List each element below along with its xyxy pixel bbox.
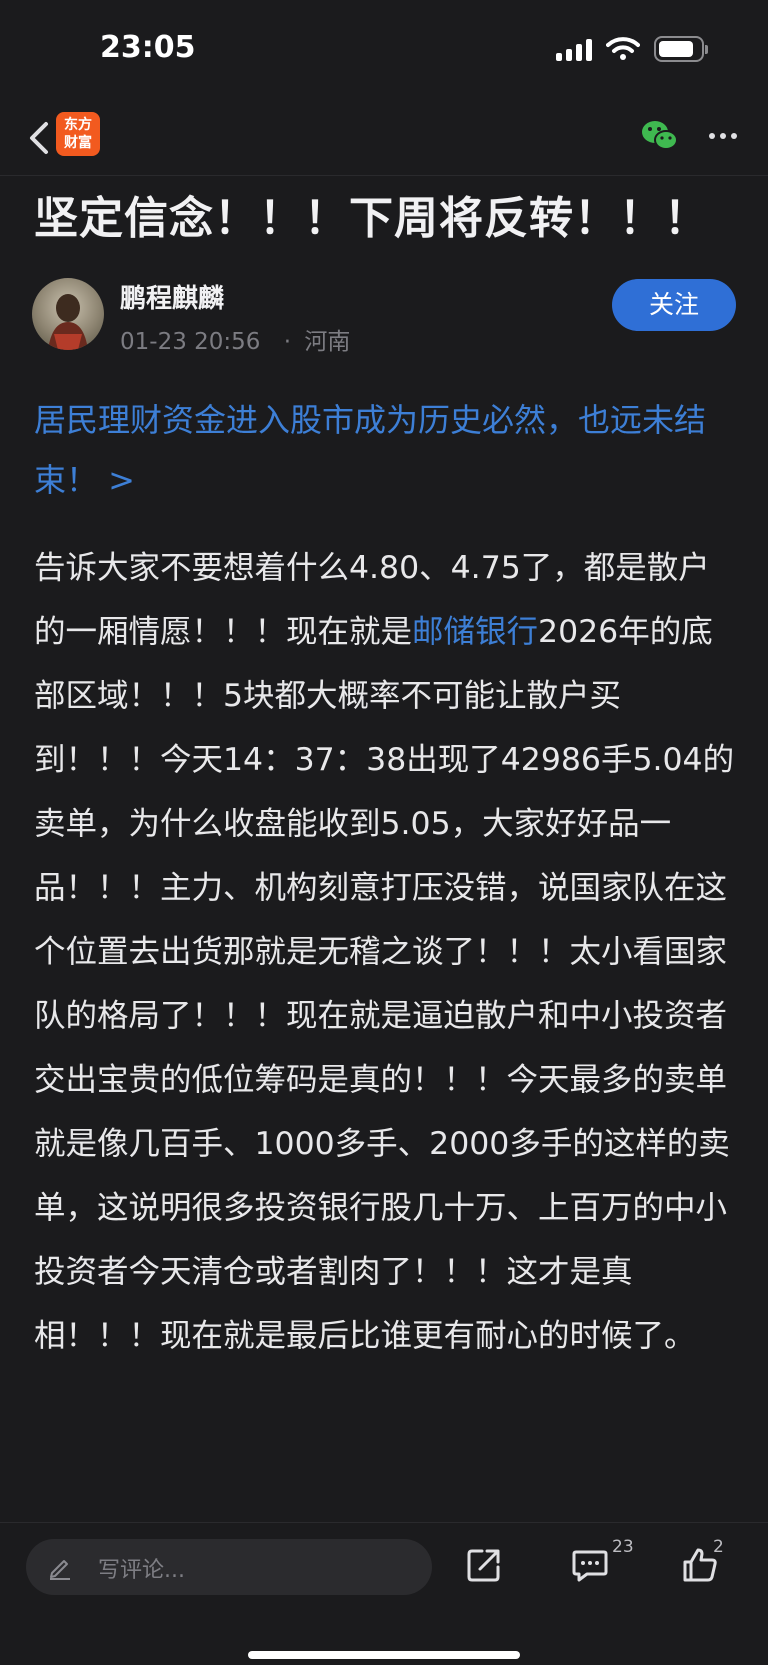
share-icon[interactable] bbox=[464, 1545, 504, 1585]
article-title: 坚定信念！！！下周将反转！！！ bbox=[34, 193, 709, 244]
cellular-signal-icon bbox=[556, 37, 592, 61]
author-avatar[interactable] bbox=[32, 278, 104, 350]
comment-icon[interactable] bbox=[570, 1545, 610, 1585]
logo-line2: 财富 bbox=[64, 135, 92, 151]
stock-link[interactable]: 邮储银行 bbox=[412, 614, 538, 650]
author-meta: 01-23 20:56 · 河南 bbox=[120, 322, 350, 356]
author-row: 鹏程麒麟 01-23 20:56 · 河南 关注 bbox=[32, 278, 736, 356]
wechat-icon[interactable] bbox=[640, 118, 680, 154]
back-icon[interactable] bbox=[22, 116, 58, 160]
wifi-icon bbox=[606, 37, 640, 60]
pen-icon bbox=[50, 1560, 70, 1580]
battery-level bbox=[659, 41, 693, 57]
bottom-action-bar: 写评论... 23 2 bbox=[0, 1522, 768, 1665]
nav-bar: 东方 财富 bbox=[0, 100, 768, 176]
logo-line1: 东方 bbox=[64, 117, 92, 133]
home-indicator bbox=[248, 1651, 520, 1659]
comment-count: 23 bbox=[612, 1537, 634, 1557]
status-bar: 23:05 bbox=[0, 0, 768, 100]
app-logo[interactable]: 东方 财富 bbox=[56, 112, 100, 156]
post-date: 01-23 20:56 bbox=[120, 329, 261, 355]
status-time: 23:05 bbox=[100, 30, 196, 65]
battery-icon bbox=[654, 36, 708, 62]
comment-input[interactable]: 写评论... bbox=[26, 1539, 432, 1595]
follow-button[interactable]: 关注 bbox=[612, 279, 736, 331]
meta-separator: · bbox=[283, 329, 292, 355]
author-name[interactable]: 鹏程麒麟 bbox=[120, 278, 224, 315]
more-icon[interactable] bbox=[708, 122, 738, 150]
article-body: 告诉大家不要想着什么4.80、4.75了，都是散户的一厢情愿！！！现在就是邮储银… bbox=[34, 536, 736, 1516]
avatar-figure bbox=[48, 294, 88, 350]
comment-placeholder: 写评论... bbox=[98, 1558, 185, 1583]
body-text-part2: 2026年的底部区域！！！5块都大概率不可能让散户买到！！！今天14：37：38… bbox=[34, 614, 735, 1354]
promo-link[interactable]: 居民理财资金进入股市成为历史必然，也远未结束！ > bbox=[34, 390, 734, 510]
like-count: 2 bbox=[713, 1537, 724, 1557]
status-icons bbox=[556, 36, 708, 62]
post-location: 河南 bbox=[304, 329, 351, 355]
